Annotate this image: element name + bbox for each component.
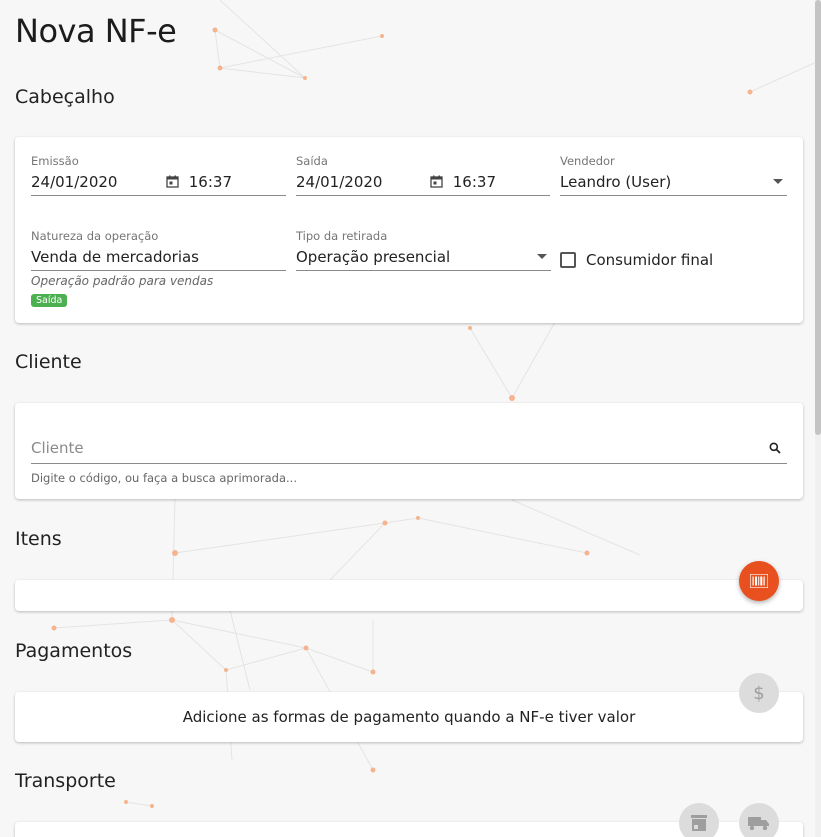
section-title-payments: Pagamentos: [15, 640, 133, 662]
add-payment-button[interactable]: $: [739, 673, 779, 713]
section-title-header: Cabeçalho: [15, 86, 115, 108]
payments-card: Adicione as formas de pagamento quando a…: [15, 692, 803, 742]
section-title-items: Itens: [15, 528, 62, 550]
client-search-input[interactable]: Cliente: [31, 433, 787, 464]
consumidor-final-checkbox[interactable]: Consumidor final: [560, 251, 713, 269]
saida-input[interactable]: 24/01/2020 16:37: [296, 168, 550, 196]
payments-empty-message: Adicione as formas de pagamento quando a…: [182, 708, 636, 726]
scrollbar-thumb[interactable]: [815, 0, 821, 435]
saida-label: Saída: [296, 154, 328, 168]
barcode-icon: [750, 574, 768, 588]
natureza-hint: Operação padrão para vendas: [31, 274, 214, 288]
truck-icon: [748, 817, 769, 831]
emissao-input[interactable]: 24/01/2020 16:37: [31, 168, 286, 196]
page-title: Nova NF-e: [15, 12, 177, 50]
client-placeholder[interactable]: Cliente: [31, 439, 84, 457]
consumidor-final-label[interactable]: Consumidor final: [586, 251, 713, 269]
emissao-field: Emissão 24/01/2020 16:37: [31, 154, 286, 196]
store-icon: [691, 815, 707, 831]
emissao-label: Emissão: [31, 154, 79, 168]
calendar-icon[interactable]: [430, 175, 443, 188]
section-title-transport: Transporte: [15, 770, 116, 792]
saida-time[interactable]: 16:37: [453, 173, 496, 191]
header-card: Emissão 24/01/2020 16:37 Saída 24/01/202…: [15, 137, 803, 323]
calendar-icon[interactable]: [166, 175, 179, 188]
svg-text:$: $: [753, 683, 764, 703]
natureza-label: Natureza da operação: [31, 229, 159, 243]
saida-field: Saída 24/01/2020 16:37: [296, 154, 550, 196]
tipo-retirada-field: Tipo da retirada Operação presencial: [296, 229, 551, 271]
chevron-down-icon[interactable]: [773, 179, 783, 184]
search-icon[interactable]: [769, 442, 781, 454]
vendedor-select[interactable]: Leandro (User): [560, 168, 787, 196]
emissao-time[interactable]: 16:37: [189, 173, 232, 191]
emissao-date[interactable]: 24/01/2020: [31, 173, 117, 191]
section-title-client: Cliente: [15, 351, 82, 373]
store-button[interactable]: [679, 803, 719, 837]
saida-date[interactable]: 24/01/2020: [296, 173, 382, 191]
barcode-button[interactable]: [739, 561, 779, 601]
vendedor-field: Vendedor Leandro (User): [560, 154, 787, 196]
client-hint: Digite o código, ou faça a busca aprimor…: [31, 471, 297, 485]
dollar-icon: $: [753, 683, 764, 703]
tipo-retirada-select[interactable]: Operação presencial: [296, 243, 551, 271]
tipo-retirada-label: Tipo da retirada: [296, 229, 388, 243]
natureza-input[interactable]: Venda de mercadorias: [31, 243, 286, 271]
natureza-field: Natureza da operação Venda de mercadoria…: [31, 229, 286, 307]
vendedor-value: Leandro (User): [560, 172, 672, 191]
tipo-retirada-value: Operação presencial: [296, 247, 451, 266]
status-badge: Saída: [31, 294, 68, 307]
natureza-value: Venda de mercadorias: [31, 247, 199, 266]
client-card: Cliente Digite o código, ou faça a busca…: [15, 403, 803, 499]
truck-button[interactable]: [739, 803, 779, 837]
vendedor-label: Vendedor: [560, 154, 615, 168]
items-card: [15, 580, 803, 611]
chevron-down-icon[interactable]: [537, 254, 547, 259]
checkbox-box[interactable]: [560, 252, 576, 268]
